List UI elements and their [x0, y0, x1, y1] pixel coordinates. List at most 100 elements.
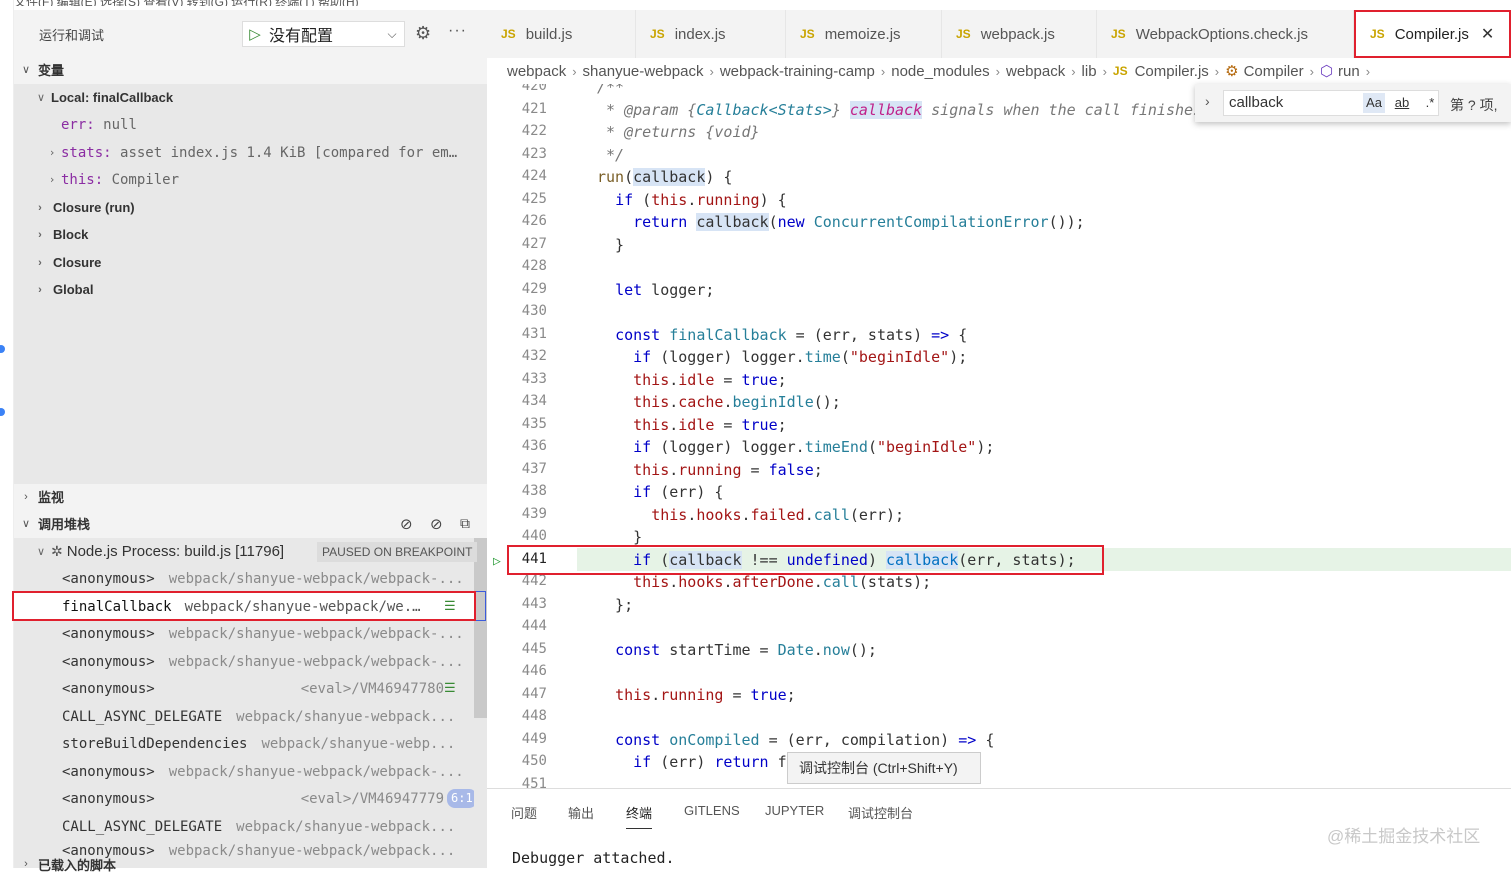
- more-actions-icon[interactable]: ···: [448, 22, 467, 40]
- line-number: 434: [521, 393, 547, 409]
- line-number: 446: [521, 663, 547, 679]
- code-editor[interactable]: ▷ 420 421 422 423 424 425 426 427 428 42…: [487, 84, 1511, 788]
- code-line: }: [597, 528, 643, 546]
- line-number: 421: [521, 101, 547, 117]
- breadcrumb-item[interactable]: Compiler.js: [1135, 63, 1209, 80]
- variables-section-header[interactable]: ∨ 变量: [14, 56, 487, 83]
- stack-frame[interactable]: <anonymous> <eval>/VM46947780 ☰: [14, 675, 474, 703]
- menu-bar[interactable]: 文件(F) 编辑(E) 选择(S) 查看(V) 转到(G) 运行(R) 终端(T…: [14, 0, 1511, 6]
- step-over-icon[interactable]: ⊘: [400, 515, 413, 533]
- code-line: run(callback) {: [597, 168, 733, 186]
- tab-webpack-js[interactable]: JS webpack.js: [942, 10, 1097, 58]
- line-number: 442: [521, 573, 547, 589]
- line-number: 431: [521, 326, 547, 342]
- tab-label: build.js: [525, 25, 573, 43]
- breadcrumb-item[interactable]: webpack-training-camp: [720, 63, 875, 80]
- collapse-all-icon[interactable]: ⧉: [460, 515, 470, 532]
- breadcrumb-item[interactable]: run: [1338, 63, 1360, 80]
- chevron-down-icon: ∨: [36, 546, 46, 559]
- breadcrumb-item[interactable]: webpack: [507, 63, 566, 80]
- stack-frame[interactable]: <anonymous> webpack/shanyue-webpack/webp…: [14, 648, 474, 676]
- stack-frame[interactable]: <anonymous> webpack/shanyue-webpack/webp…: [14, 620, 474, 648]
- stack-frame[interactable]: CALL_ASYNC_DELEGATE webpack/shanyue-webp…: [14, 813, 474, 841]
- restart-frame-icon[interactable]: ☰: [444, 681, 456, 696]
- scope-global[interactable]: › Global: [14, 276, 487, 304]
- chevron-down-icon: ∨: [21, 64, 31, 76]
- panel-tab-terminal[interactable]: 终端: [626, 803, 653, 829]
- class-icon: ⚙: [1225, 63, 1239, 80]
- chevron-right-icon: ›: [38, 283, 42, 296]
- scope-label: Block: [53, 227, 89, 243]
- tab-webpackoptions-check-js[interactable]: JS WebpackOptions.check.js: [1097, 10, 1354, 58]
- local-scope[interactable]: ∨ Local: finalCallback: [14, 84, 487, 112]
- callstack-section-header[interactable]: ∨ 调用堆栈 ⊘ ⊘ ⧉: [14, 510, 487, 537]
- stack-frame[interactable]: storeBuildDependencies webpack/shanyue-w…: [14, 730, 474, 758]
- code-line: };: [597, 596, 634, 614]
- chevron-right-icon: ›: [48, 146, 56, 160]
- scope-closure-run[interactable]: › Closure (run): [14, 194, 487, 222]
- code-line: this.cache.beginIdle();: [633, 393, 841, 411]
- method-icon: ⬡: [1319, 63, 1334, 80]
- close-icon[interactable]: ✕: [1481, 24, 1494, 44]
- run-debug-header: 运行和调试 ▷ 没有配置 ⌵ ⚙ ···: [14, 10, 487, 58]
- variable-stats[interactable]: › stats: asset index.js 1.4 KiB [compare…: [14, 139, 487, 167]
- loaded-scripts-title: 已载入的脚本: [38, 857, 117, 873]
- launch-config-select[interactable]: ▷ 没有配置 ⌵: [242, 21, 405, 47]
- line-number: 444: [521, 618, 547, 634]
- frame-path: <eval>/VM46947779: [300, 790, 444, 807]
- breadcrumb-item[interactable]: lib: [1082, 63, 1097, 80]
- regex-toggle[interactable]: .*: [1419, 93, 1441, 113]
- panel-tab-problems[interactable]: 问题: [511, 803, 537, 822]
- watch-section-header[interactable]: › 监视: [14, 483, 487, 510]
- process-label: Node.js Process: build.js [11796]: [66, 543, 285, 561]
- debug-sidebar: 运行和调试 ▷ 没有配置 ⌵ ⚙ ··· ∨ 变量 ∨ Local: final…: [14, 10, 487, 873]
- scope-closure[interactable]: › Closure: [14, 249, 487, 277]
- line-number: 433: [521, 371, 547, 387]
- tab-build-js[interactable]: JS build.js: [487, 10, 636, 58]
- whole-word-toggle[interactable]: ab: [1391, 93, 1413, 113]
- bug-icon: ✲: [51, 543, 63, 560]
- code-line: const onCompiled = (err, compilation) =>…: [615, 731, 995, 749]
- stack-frame[interactable]: <anonymous> webpack/shanyue-webpack/webp…: [14, 758, 474, 786]
- code-line: if (this.running) {: [615, 191, 787, 209]
- match-case-toggle[interactable]: Aa: [1363, 93, 1385, 113]
- process-row[interactable]: ∨ ✲ Node.js Process: build.js [11796] PA…: [14, 538, 487, 566]
- toggle-breakpoints-icon[interactable]: ⊘: [430, 515, 443, 533]
- tab-index-js[interactable]: JS index.js: [636, 10, 786, 58]
- panel-tab-debug-console[interactable]: 调试控制台: [848, 803, 913, 822]
- tab-label: memoize.js: [824, 25, 901, 43]
- panel-tab-gitlens[interactable]: GITLENS: [684, 803, 740, 818]
- stack-frame[interactable]: <anonymous> <eval>/VM46947779 6:1: [14, 785, 474, 813]
- gear-icon[interactable]: ⚙: [415, 23, 431, 44]
- tab-label: index.js: [674, 25, 726, 43]
- panel-tab-output[interactable]: 输出: [568, 803, 594, 822]
- stack-frame[interactable]: <anonymous> webpack/shanyue-webpack/webp…: [14, 565, 474, 593]
- breadcrumb: webpack › shanyue-webpack › webpack-traini…: [487, 58, 1511, 84]
- line-number: 440: [521, 528, 547, 544]
- start-debug-icon[interactable]: ▷: [243, 22, 267, 46]
- breadcrumb-item[interactable]: node_modules: [891, 63, 989, 80]
- tab-label: WebpackOptions.check.js: [1135, 25, 1308, 43]
- code-line: return callback(new ConcurrentCompilatio…: [633, 213, 1085, 231]
- breadcrumb-item[interactable]: webpack: [1006, 63, 1065, 80]
- variable-this[interactable]: › this: Compiler: [14, 166, 487, 194]
- line-number: 438: [521, 483, 547, 499]
- tab-compiler-js[interactable]: JS Compiler.js ✕: [1354, 10, 1511, 58]
- panel-tab-jupyter[interactable]: JUPYTER: [765, 803, 824, 818]
- scope-block[interactable]: › Block: [14, 221, 487, 249]
- stack-frame[interactable]: CALL_ASYNC_DELEGATE webpack/shanyue-webp…: [14, 703, 474, 731]
- code-line: if (err) {: [633, 483, 724, 501]
- breadcrumb-item[interactable]: shanyue-webpack: [583, 63, 704, 80]
- activity-bar: [0, 0, 14, 868]
- line-number: 425: [521, 191, 547, 207]
- chevron-right-icon[interactable]: ›: [1205, 93, 1210, 109]
- code-line: this.hooks.failed.call(err);: [651, 506, 905, 524]
- line-number: 443: [521, 596, 547, 612]
- loaded-scripts-header[interactable]: › 已载入的脚本: [14, 854, 487, 874]
- variable-err[interactable]: err: null: [14, 111, 487, 139]
- tab-memoize-js[interactable]: JS memoize.js: [786, 10, 942, 58]
- focus-outline: [476, 591, 486, 621]
- chevron-down-icon[interactable]: ⌵: [380, 27, 404, 42]
- breadcrumb-item[interactable]: Compiler: [1244, 63, 1304, 80]
- code-line: let logger;: [615, 281, 715, 299]
